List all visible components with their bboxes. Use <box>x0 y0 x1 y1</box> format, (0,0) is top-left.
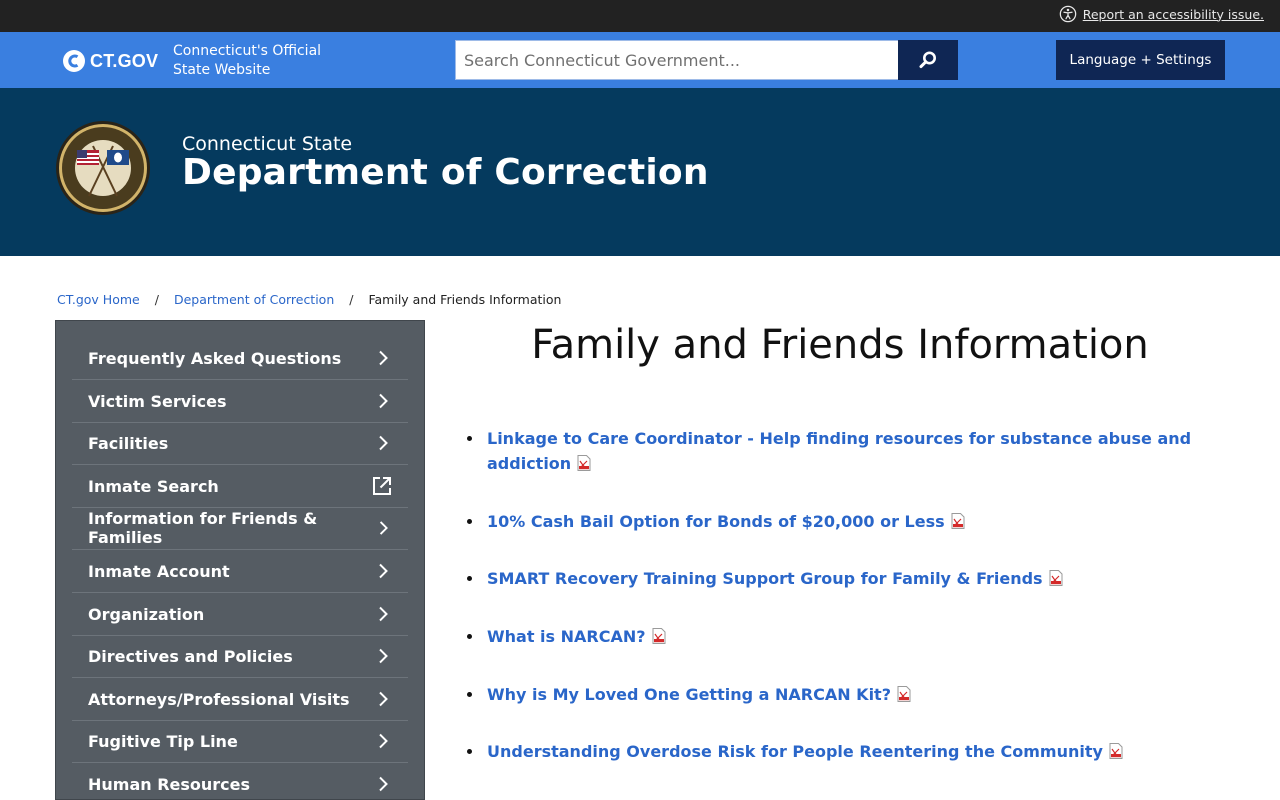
search-input[interactable] <box>455 40 898 80</box>
sidebar-item-label: Victim Services <box>88 391 227 411</box>
list-item: What is NARCAN? <box>467 624 1207 649</box>
pdf-icon <box>951 513 965 529</box>
accessibility-bar: Report an accessibility issue. <box>0 0 1280 32</box>
ctgov-tagline: Connecticut's Official State Website <box>173 42 321 80</box>
agency-title[interactable]: Department of Correction <box>182 152 709 193</box>
breadcrumb-separator: / <box>154 292 159 307</box>
accessibility-icon <box>1059 5 1076 23</box>
resource-link-smart-recovery[interactable]: SMART Recovery Training Support Group fo… <box>487 566 1207 591</box>
breadcrumb-department-link[interactable]: Department of Correction <box>174 292 334 307</box>
pdf-icon <box>1109 743 1123 759</box>
page-title: Family and Friends Information <box>531 322 1149 368</box>
pdf-icon <box>897 686 911 702</box>
sidebar-item-human-resources[interactable]: Human Resources <box>72 763 408 799</box>
ctgov-logo[interactable]: CT.GOV <box>62 49 158 73</box>
sidebar-item-label: Attorneys/Professional Visits <box>88 689 350 709</box>
chevron-right-icon <box>380 521 389 535</box>
sidebar-item-label: Human Resources <box>88 774 251 794</box>
breadcrumb-home-link[interactable]: CT.gov Home <box>57 292 140 307</box>
sidebar-item-facilities[interactable]: Facilities <box>72 422 408 465</box>
sidebar-item-label: Fugitive Tip Line <box>88 731 238 751</box>
sidebar-item-faq[interactable]: Frequently Asked Questions <box>72 337 408 380</box>
ctgov-logo-icon <box>63 50 85 72</box>
sidebar-item-inmate-search[interactable]: Inmate Search <box>72 465 408 508</box>
sidebar-item-label: Inmate Account <box>88 561 230 581</box>
chevron-right-icon <box>379 691 388 707</box>
chevron-right-icon <box>379 733 388 749</box>
sidebar-item-victim-services[interactable]: Victim Services <box>72 380 408 423</box>
chevron-right-icon <box>379 435 388 451</box>
resource-link-label: Understanding Overdose Risk for People R… <box>487 742 1103 761</box>
resource-link-overdose-risk[interactable]: Understanding Overdose Risk for People R… <box>487 739 1207 764</box>
sidebar-item-inmate-account[interactable]: Inmate Account <box>72 550 408 593</box>
chevron-right-icon <box>379 393 388 409</box>
resource-link-label: Linkage to Care Coordinator - Help findi… <box>487 429 1192 473</box>
department-seal-logo[interactable] <box>55 120 151 216</box>
sidebar-item-label: Directives and Policies <box>88 646 293 666</box>
sidebar-item-fugitive-tip[interactable]: Fugitive Tip Line <box>72 720 408 763</box>
chevron-right-icon <box>379 776 388 792</box>
resource-link-label: SMART Recovery Training Support Group fo… <box>487 569 1043 588</box>
breadcrumb: CT.gov Home / Department of Correction /… <box>57 292 561 307</box>
chevron-right-icon <box>379 563 388 579</box>
resource-link-linkage-to-care[interactable]: Linkage to Care Coordinator - Help findi… <box>487 426 1207 476</box>
pdf-icon <box>652 628 666 644</box>
sidebar-item-label: Inmate Search <box>88 476 219 496</box>
ctgov-header: CT.GOV Connecticut's Official State Webs… <box>0 32 1280 88</box>
pdf-icon <box>577 455 591 471</box>
sidebar-item-label: Organization <box>88 604 205 624</box>
chevron-right-icon <box>379 350 388 366</box>
sidebar-item-attorneys[interactable]: Attorneys/Professional Visits <box>72 678 408 721</box>
resource-link-label: 10% Cash Bail Option for Bonds of $20,00… <box>487 512 945 531</box>
sidebar-item-label: Facilities <box>88 433 169 453</box>
ctgov-tagline-line1: Connecticut's Official <box>173 43 322 59</box>
list-item: 10% Cash Bail Option for Bonds of $20,00… <box>467 509 1207 534</box>
sidebar-item-label: Frequently Asked Questions <box>88 348 342 368</box>
sidebar-nav: Frequently Asked Questions Victim Servic… <box>55 320 425 800</box>
search-button[interactable] <box>898 40 958 80</box>
external-link-icon <box>373 477 391 495</box>
sidebar-item-label: Information for Friends & Families <box>88 509 318 547</box>
sidebar-item-friends-families[interactable]: Information for Friends & Families <box>72 507 408 550</box>
breadcrumb-separator: / <box>349 292 354 307</box>
list-item: Why is My Loved One Getting a NARCAN Kit… <box>467 682 1207 707</box>
breadcrumb-current: Family and Friends Information <box>368 292 562 307</box>
resource-link-label: Why is My Loved One Getting a NARCAN Kit… <box>487 685 891 704</box>
list-item: Understanding Overdose Risk for People R… <box>467 739 1207 764</box>
ctgov-tagline-line2: State Website <box>173 62 271 78</box>
agency-banner: Connecticut State Department of Correcti… <box>0 88 1280 256</box>
resource-link-label: What is NARCAN? <box>487 627 646 646</box>
resource-link-what-is-narcan[interactable]: What is NARCAN? <box>487 624 1207 649</box>
list-item: Linkage to Care Coordinator - Help findi… <box>467 426 1207 476</box>
chevron-right-icon <box>379 606 388 622</box>
language-settings-button[interactable]: Language + Settings <box>1056 40 1225 80</box>
list-item: SMART Recovery Training Support Group fo… <box>467 566 1207 591</box>
search-icon <box>919 51 936 69</box>
pdf-icon <box>1049 570 1063 586</box>
sidebar-item-directives[interactable]: Directives and Policies <box>72 635 408 678</box>
chevron-right-icon <box>379 648 388 664</box>
sidebar-item-organization[interactable]: Organization <box>72 593 408 636</box>
resource-link-cash-bail[interactable]: 10% Cash Bail Option for Bonds of $20,00… <box>487 509 1207 534</box>
search-form <box>455 40 958 80</box>
accessibility-report-link[interactable]: Report an accessibility issue. <box>1059 5 1264 23</box>
accessibility-link-text: Report an accessibility issue. <box>1082 6 1264 22</box>
ctgov-logo-text: CT.GOV <box>90 50 159 71</box>
resource-link-narcan-kit[interactable]: Why is My Loved One Getting a NARCAN Kit… <box>487 682 1207 707</box>
